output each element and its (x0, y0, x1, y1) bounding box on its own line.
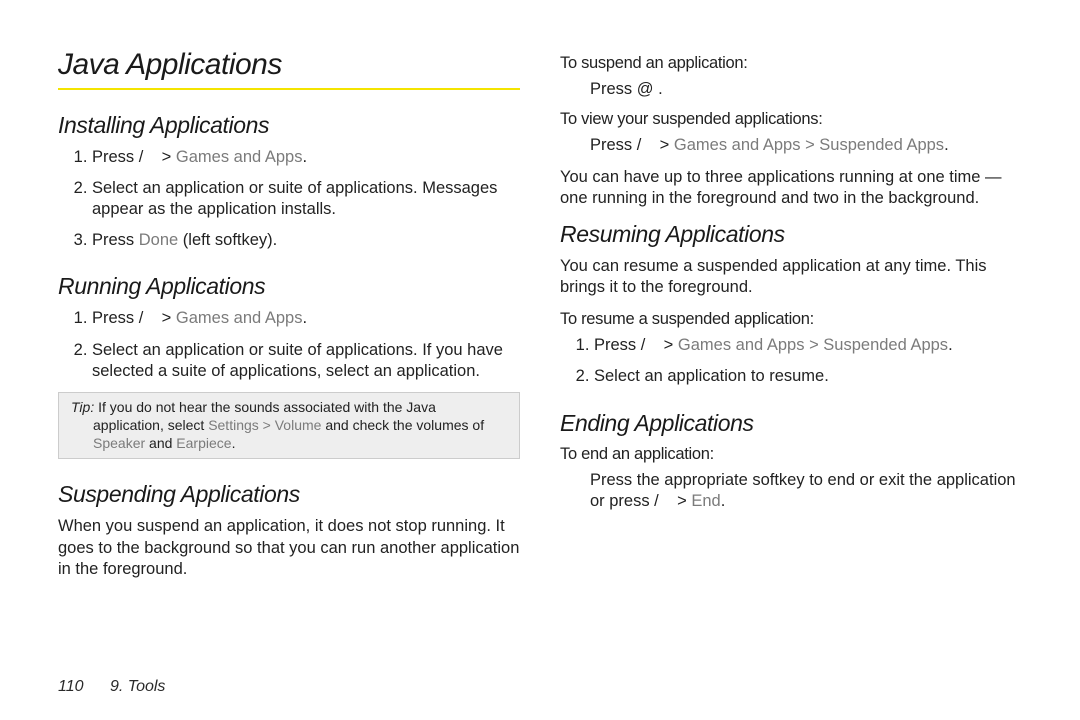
step-text: Press the appropriate softkey to end or … (590, 471, 1016, 510)
list-item: Select an application or suite of applic… (92, 340, 520, 382)
step-text: (left softkey). (178, 231, 277, 249)
list-item: Select an application to resume. (594, 366, 1022, 387)
step-text: . (948, 336, 953, 354)
step-text: . (302, 309, 307, 327)
list-item: Select an application or suite of applic… (92, 178, 520, 220)
menu-path: Games and Apps > Suspended Apps (678, 336, 948, 354)
tip-box: Tip: If you do not hear the sounds assoc… (58, 392, 520, 460)
page-title: Java Applications (58, 48, 520, 82)
tip-text: and (145, 435, 176, 451)
tip-text: and check the volumes of (321, 417, 484, 433)
list-item: Press Done (left softkey). (92, 230, 520, 251)
step-text: . (302, 148, 307, 166)
menu-path: Games and Apps (176, 148, 303, 166)
resuming-steps: Press / > Games and Apps > Suspended App… (560, 335, 1022, 387)
menu-path: Games and Apps > Suspended Apps (674, 136, 944, 154)
setting-name: Speaker (93, 435, 145, 451)
list-item: Press / > Games and Apps. (92, 308, 520, 329)
section-ending: Ending Applications To end an applicatio… (560, 410, 1022, 513)
step-text: . (721, 492, 726, 510)
step-text: Press / > (594, 336, 678, 354)
chapter-label: 9. Tools (110, 678, 165, 695)
list-item: Press / > Games and Apps > Suspended App… (594, 335, 1022, 356)
lead-text: To view your suspended applications: (560, 110, 1022, 129)
heading-ending: Ending Applications (560, 410, 1022, 437)
body-text: You can resume a suspended application a… (560, 256, 1022, 298)
tip-text: . (232, 435, 236, 451)
title-rule (58, 88, 520, 90)
section-suspending: Suspending Applications When you suspend… (58, 481, 520, 579)
installing-steps: Press / > Games and Apps. Select an appl… (58, 147, 520, 251)
list-item: Press / > Games and Apps. (92, 147, 520, 168)
step-text: Press / > (92, 148, 176, 166)
heading-suspending: Suspending Applications (58, 481, 520, 508)
step-text: Press (92, 231, 139, 249)
section-running: Running Applications Press / > Games and… (58, 273, 520, 459)
right-column: To suspend an application: Press @ . To … (560, 48, 1022, 602)
section-installing: Installing Applications Press / > Games … (58, 112, 520, 251)
page-number: 110 (58, 678, 84, 695)
menu-path: Settings > Volume (208, 417, 321, 433)
left-column: Java Applications Installing Application… (58, 48, 520, 602)
softkey-label: Done (139, 231, 178, 249)
menu-path: Games and Apps (176, 309, 303, 327)
running-steps: Press / > Games and Apps. Select an appl… (58, 308, 520, 381)
tip-label: Tip: (71, 399, 94, 415)
instruction-text: Press @ . (590, 79, 1022, 100)
lead-text: To suspend an application: (560, 54, 1022, 73)
lead-text: To resume a suspended application: (560, 310, 1022, 329)
step-text: Press / > (92, 309, 176, 327)
step-text: . (944, 136, 949, 154)
setting-name: Earpiece (176, 435, 231, 451)
lead-text: To end an application: (560, 445, 1022, 464)
body-text: You can have up to three applications ru… (560, 167, 1022, 209)
heading-resuming: Resuming Applications (560, 221, 1022, 248)
step-text: Press / > (590, 136, 674, 154)
heading-installing: Installing Applications (58, 112, 520, 139)
instruction-text: Press the appropriate softkey to end or … (590, 470, 1022, 513)
section-resuming: Resuming Applications You can resume a s… (560, 221, 1022, 387)
body-text: When you suspend an application, it does… (58, 516, 520, 579)
instruction-text: Press / > Games and Apps > Suspended App… (590, 135, 1022, 156)
menu-path: End (691, 492, 720, 510)
page-footer: 110 9. Tools (58, 678, 165, 696)
heading-running: Running Applications (58, 273, 520, 300)
